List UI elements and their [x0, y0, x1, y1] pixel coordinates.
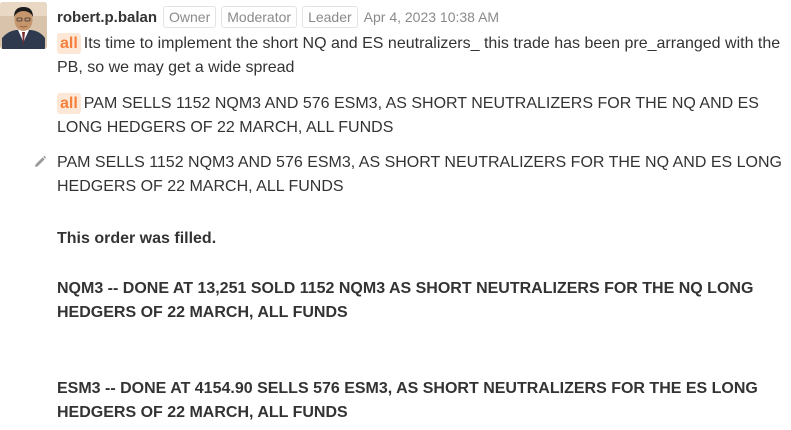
username[interactable]: robert.p.balan [57, 9, 157, 26]
role-badge-moderator: Moderator [221, 6, 298, 28]
pencil-icon[interactable] [33, 155, 47, 169]
edited-message-text: PAM SELLS 1152 NQM3 AND 576 ESM3, AS SHO… [57, 154, 782, 195]
role-badge-leader: Leader [302, 6, 358, 28]
mention-all[interactable]: all [57, 33, 81, 54]
avatar-image [0, 2, 47, 49]
message-header: robert.p.balan Owner Moderator Leader Ap… [57, 6, 499, 28]
message-1: all Its time to implement the short NQ an… [57, 32, 782, 80]
es-fill-line: ESM3 -- DONE AT 4154.90 SELLS 576 ESM3, … [57, 380, 758, 421]
nq-fill-line: NQM3 -- DONE AT 13,251 SOLD 1152 NQM3 AS… [57, 280, 754, 321]
message-2: all PAM SELLS 1152 NQM3 AND 576 ESM3, AS … [57, 92, 782, 140]
message-text: PAM SELLS 1152 NQM3 AND 576 ESM3, AS SHO… [57, 95, 759, 136]
role-badge-owner: Owner [163, 6, 217, 28]
mention-all[interactable]: all [57, 93, 81, 114]
filled-note: This order was filled. [57, 230, 217, 247]
message-timestamp[interactable]: Apr 4, 2023 10:38 AM [364, 9, 499, 25]
message-text: Its time to implement the short NQ and E… [57, 35, 781, 76]
user-avatar[interactable] [0, 2, 47, 49]
